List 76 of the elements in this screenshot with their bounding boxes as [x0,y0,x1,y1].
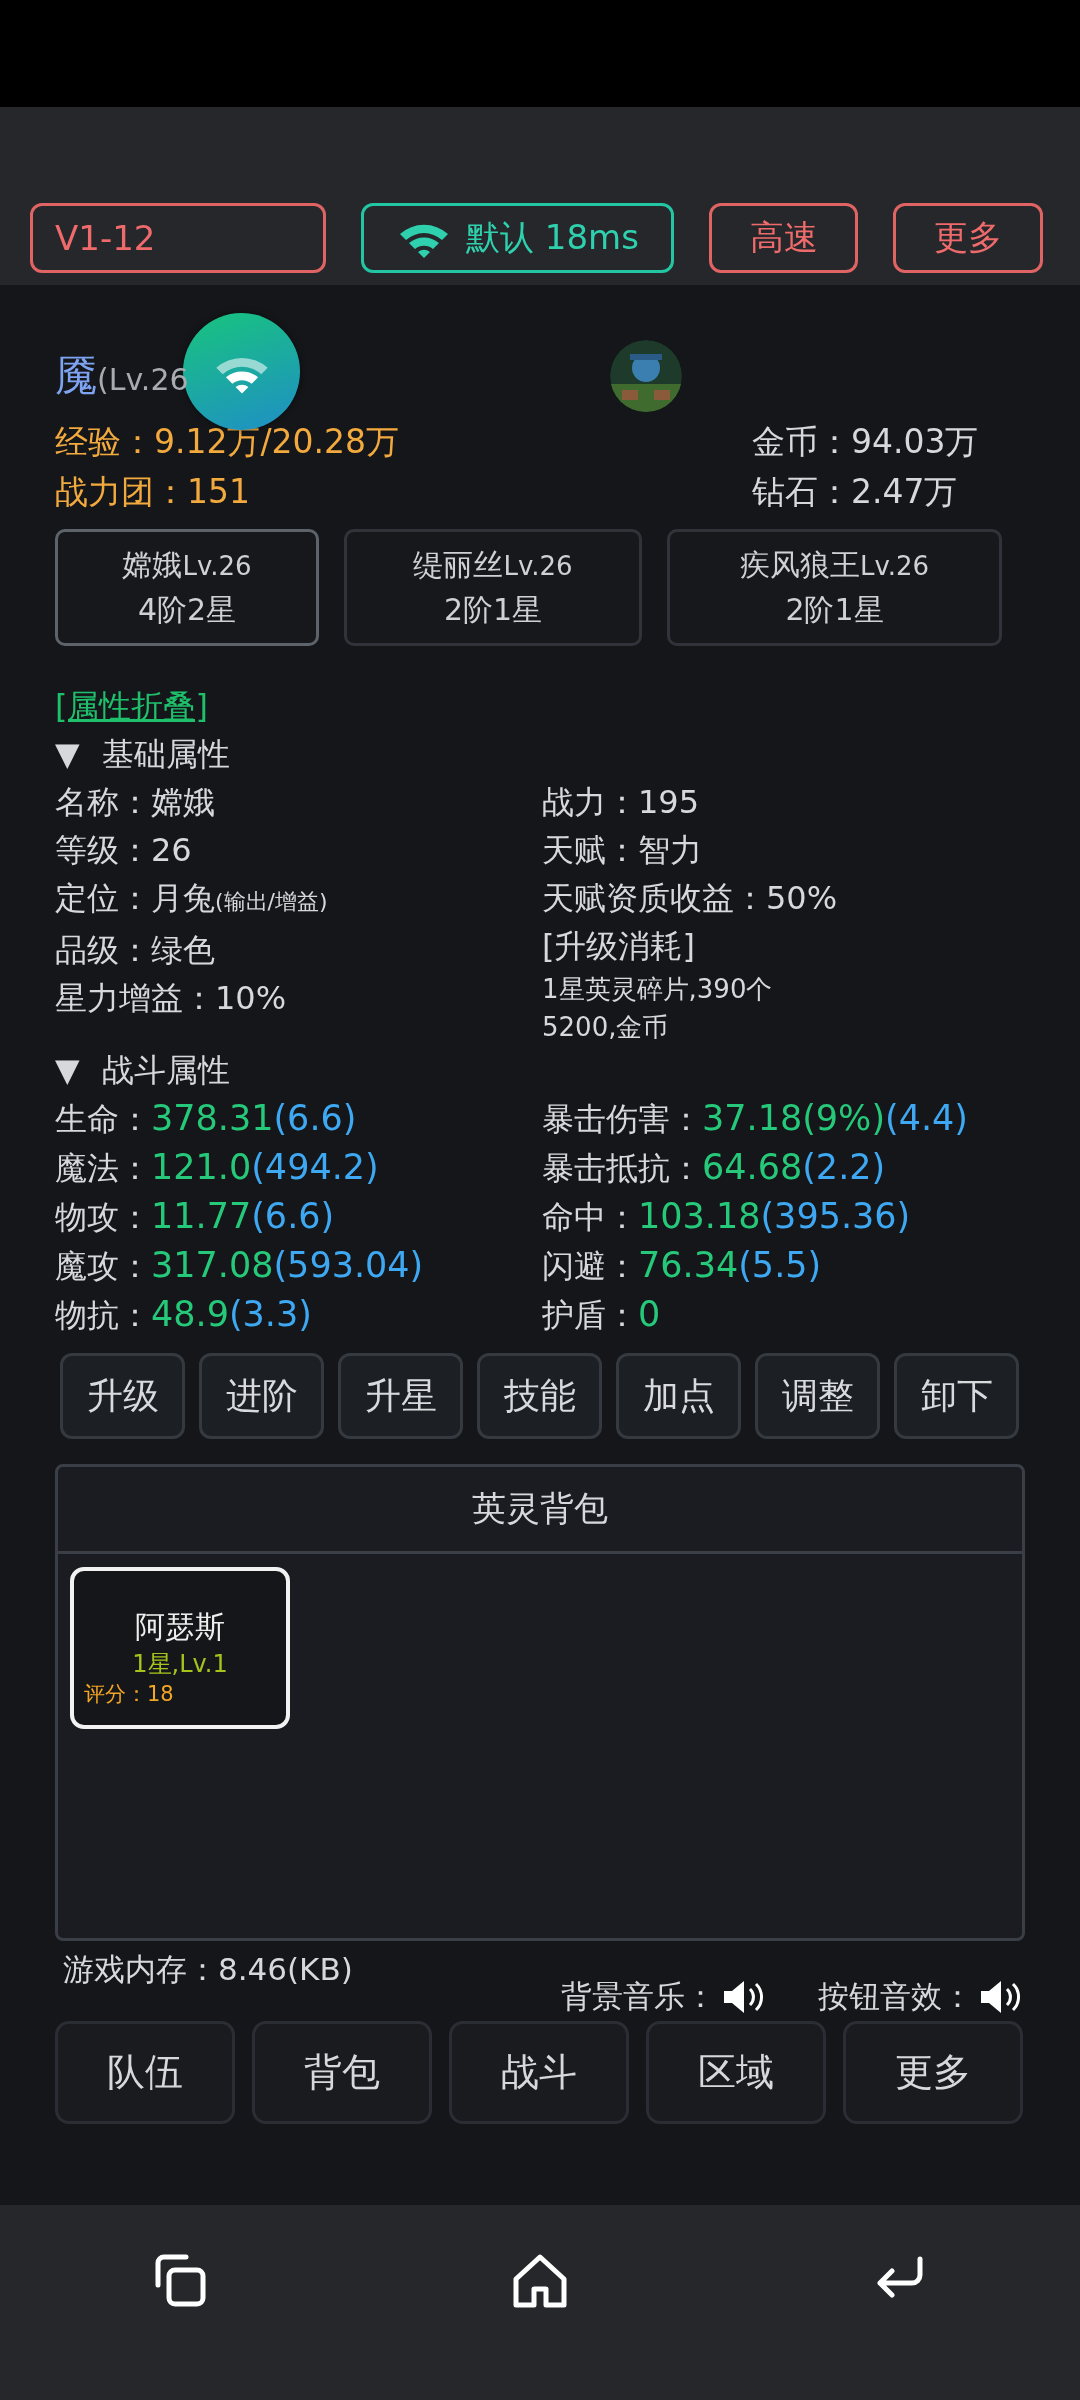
stat-label: 魔攻： [55,1247,151,1285]
stat-bonus: (4.4) [885,1098,969,1138]
attribute-text: 定位：月兔(输出/增益) [55,878,329,919]
diamond-text: 钻石：2.47万 [752,471,959,513]
nav-button[interactable]: 更多 [843,2021,1023,2124]
version-button[interactable]: V1-12 [30,203,326,273]
stat-value: 121.0 [151,1147,252,1187]
stat-label: 生命： [55,1100,151,1138]
network-button[interactable]: 默认 18ms [361,203,674,273]
action-button[interactable]: 技能 [477,1353,602,1439]
triangle-icon[interactable]: ▼ [55,1046,80,1094]
hero-card[interactable]: 嫦娥Lv.26 4阶2星 [55,529,319,646]
stat-label: 物抗： [55,1296,151,1334]
attribute-text: 天赋：智力 [542,830,703,871]
team-power-text: 战力团：151 [55,471,251,513]
speed-button[interactable]: 高速 [709,203,858,273]
stat-value: 48.9 [151,1294,229,1334]
nav-button[interactable]: 战斗 [449,2021,629,2124]
stat-label: 物攻： [55,1198,151,1236]
stat-value: 317.08 [151,1245,274,1285]
stat-bonus: (6.6) [251,1196,335,1236]
action-button[interactable]: 卸下 [894,1353,1019,1439]
attribute-text: 等级：26 [55,830,193,871]
section-title: 基础属性 [101,734,230,775]
attribute-text: 星力增益：10% [55,978,288,1019]
action-button[interactable]: 进阶 [199,1353,324,1439]
coin-text: 金币：94.03万 [752,421,980,463]
stat-value: 378.31 [151,1098,274,1138]
attribute-text: 天赋资质收益：50% [542,878,839,919]
stat-value: 64.68 [702,1147,803,1187]
more-button[interactable]: 更多 [893,203,1043,273]
section-title: 战斗属性 [101,1050,230,1091]
sound-label: 背景音乐： [561,1977,716,2016]
collapse-link[interactable]: [属性折叠] [55,682,208,730]
stat-bonus: (494.2) [251,1147,379,1187]
sound-label: 按钮音效： [818,1977,973,2016]
action-button[interactable]: 升星 [338,1353,463,1439]
attribute-text: 名称：嫦娥 [55,782,216,823]
stat-label: 暴击抵抗： [542,1149,702,1187]
hero-item-card[interactable]: 阿瑟斯 1星,Lv.1 评分：18 [70,1567,290,1729]
action-button[interactable]: 调整 [755,1353,880,1439]
stat-bonus: (6.6) [273,1098,357,1138]
memory-text: 游戏内存：8.46(KB) [62,1950,353,1989]
item-name: 阿瑟斯 [135,1608,225,1646]
bag-title: 英灵背包 [472,1487,608,1530]
cost-text: 1星英灵碎片,390个 [542,973,774,1006]
stat-bonus: (593.04) [273,1245,424,1285]
stat-value: 0 [638,1294,661,1334]
action-button[interactable]: 升级 [60,1353,185,1439]
stat-bonus: (5.5) [738,1245,822,1285]
attribute-text: 战力：195 [542,782,701,823]
triangle-icon[interactable]: ▼ [55,730,80,778]
stat-bonus: (3.3) [228,1294,312,1334]
stat-bonus: (2.2) [802,1147,886,1187]
item-score: 评分：18 [84,1681,174,1708]
hero-card[interactable]: 缇丽丝Lv.26 2阶1星 [344,529,642,646]
stat-bonus: (395.36) [760,1196,911,1236]
stat-label: 闪避： [542,1247,638,1285]
stat-label: 护盾： [542,1296,638,1334]
item-level: 1星,Lv.1 [132,1649,228,1680]
player-name: 魇 [55,351,97,400]
stat-label: 命中： [542,1198,638,1236]
stat-label: 暴击伤害： [542,1100,702,1138]
nav-button[interactable]: 背包 [252,2021,432,2124]
stat-value: 76.34 [638,1245,739,1285]
hero-card[interactable]: 疾风狼王Lv.26 2阶1星 [667,529,1002,646]
stat-value: 37.18(9%) [702,1098,886,1138]
cost-heading: [升级消耗] [542,926,696,967]
stat-label: 魔法： [55,1149,151,1187]
stat-value: 103.18 [638,1196,761,1236]
cost-text: 5200,金币 [542,1011,670,1044]
stat-value: 11.77 [151,1196,252,1236]
action-button[interactable]: 加点 [616,1353,741,1439]
attribute-text: 品级：绿色 [55,930,216,971]
nav-button[interactable]: 队伍 [55,2021,235,2124]
nav-button[interactable]: 区域 [646,2021,826,2124]
